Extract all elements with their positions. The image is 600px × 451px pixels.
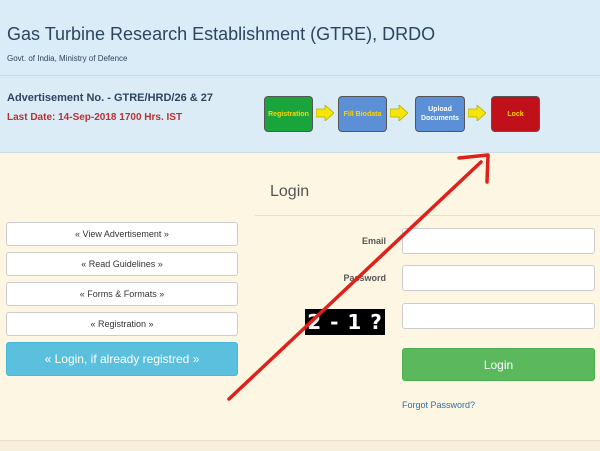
step-fill-biodata: Fill Biodata — [338, 96, 387, 132]
password-label: Password — [343, 273, 386, 283]
site-header: Gas Turbine Research Establishment (GTRE… — [0, 0, 600, 76]
login-button[interactable]: Login — [402, 348, 595, 381]
step-arrow-icon — [316, 105, 334, 121]
advertisement-bar: Advertisement No. - GTRE/HRD/26 & 27 Las… — [0, 76, 600, 153]
page-title: Gas Turbine Research Establishment (GTRE… — [7, 24, 436, 44]
step-upload-documents: Upload Documents — [415, 96, 465, 132]
last-date: Last Date: 14-Sep-2018 1700 Hrs. IST — [7, 112, 183, 123]
email-label: Email — [361, 236, 386, 246]
step-arrow-icon — [468, 105, 486, 121]
advertisement-number: Advertisement No. - GTRE/HRD/26 & 27 — [7, 92, 213, 104]
password-field[interactable] — [402, 265, 595, 291]
captcha-image: 2 - 1 ? — [305, 309, 385, 335]
login-divider — [255, 215, 600, 216]
read-guidelines-button[interactable]: « Read Guidelines » — [6, 252, 238, 276]
captcha-field[interactable] — [402, 303, 595, 329]
forms-formats-button[interactable]: « Forms & Formats » — [6, 282, 238, 306]
registration-button[interactable]: « Registration » — [6, 312, 238, 336]
footer-strip — [0, 440, 600, 451]
page-subtitle: Govt. of India, Ministry of Defence — [7, 54, 128, 63]
step-lock: Lock — [491, 96, 540, 132]
login-if-registered-button[interactable]: « Login, if already registred » — [6, 342, 238, 376]
login-heading: Login — [270, 183, 310, 200]
forgot-password-link[interactable]: Forgot Password? — [402, 400, 475, 410]
step-registration: Registration — [264, 96, 313, 132]
view-advertisement-button[interactable]: « View Advertisement » — [6, 222, 238, 246]
step-arrow-icon — [390, 105, 408, 121]
email-field[interactable] — [402, 228, 595, 254]
